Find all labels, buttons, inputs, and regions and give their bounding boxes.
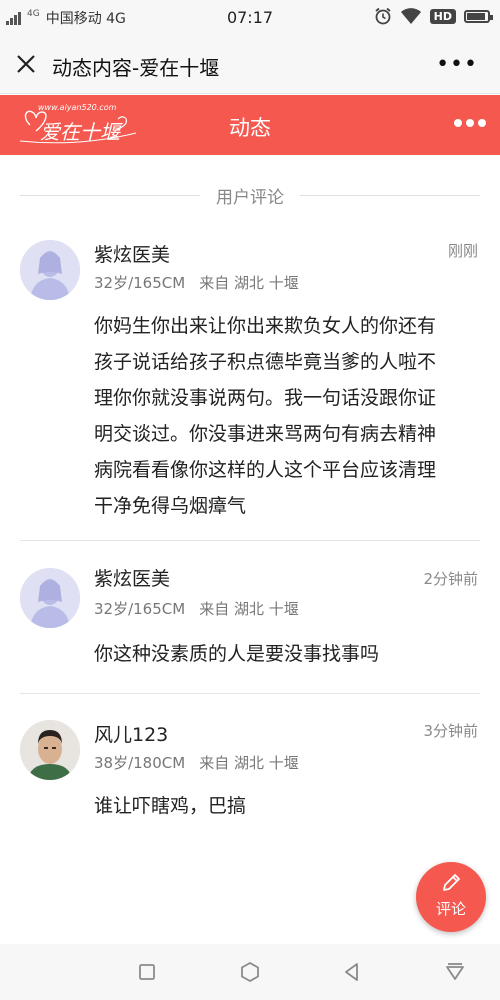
write-comment-button[interactable]: 评论 [416,862,486,932]
divider [20,540,480,541]
status-right: HD [374,7,493,25]
alarm-icon [375,7,391,25]
comment-text: 你这种没素质的人是要没事找事吗 [94,636,480,672]
comment-time: 2分钟前 [423,570,478,588]
more-menu-button[interactable]: ••• [436,52,478,77]
comment-author[interactable]: 风儿123 [94,720,168,747]
wifi-icon [400,8,421,24]
battery-icon [464,9,493,23]
header-more-button[interactable] [454,119,486,127]
comment-text-line: 病院看看像你这样的人这个平台应该清理 [94,459,437,481]
hd-badge: HD [429,8,456,24]
comment-text: 你妈生你出来让你出来欺负女人的你还有 孩子说话给孩子积点德毕竟当爹的人啦不 理你… [94,308,480,524]
comment-text-line: 孩子说话给孩子积点德毕竟当爹的人啦不 [94,351,437,373]
location: 来自 湖北 十堰 [199,754,299,772]
dot-icon [478,119,486,127]
recent-apps-icon[interactable] [135,960,159,984]
age-height: 38岁/180CM [94,754,186,772]
home-icon[interactable] [238,960,262,984]
comment-item: 紫炫医美 2分钟前 32岁/165CM 来自 湖北 十堰 你这种没素质的人是要没事… [0,568,500,678]
comment-author[interactable]: 紫炫医美 [94,564,170,591]
back-icon[interactable] [340,960,364,984]
comment-meta: 32岁/165CM 来自 湖北 十堰 [94,272,299,293]
user-photo-avatar [20,720,80,780]
status-bar: 4G 中国移动 4G 07:17 HD [0,0,500,36]
comment-time: 刚刚 [447,242,478,260]
comment-item: 风儿123 3分钟前 38岁/180CM 来自 湖北 十堰 谁让吓瞎鸡，巴搞 [0,720,500,830]
close-icon[interactable] [14,52,38,76]
dot-icon [454,119,462,127]
default-avatar-icon [20,568,80,628]
comment-text-line: 理你你就没事说两句。我一句话没跟你证 [94,387,437,409]
page-title: 动态内容-爱在十堰 [52,56,220,80]
logo-url: www.aiyan520.com [38,103,117,112]
age-height: 32岁/165CM [94,600,186,618]
default-avatar-icon [20,240,80,300]
comment-text-line: 谁让吓瞎鸡，巴搞 [94,795,247,817]
system-nav-bar [0,944,500,1000]
section-divider: 用户评论 [20,183,480,208]
location: 来自 湖北 十堰 [199,600,299,618]
comment-text-line: 你这种没素质的人是要没事找事吗 [94,643,380,665]
comment-meta: 38岁/180CM 来自 湖北 十堰 [94,752,299,773]
section-title: 用户评论 [200,183,300,208]
comment-text-line: 明交谈过。你没事进来骂两句有病去精神 [94,423,437,445]
age-height: 32岁/165CM [94,274,186,292]
avatar[interactable] [20,240,80,300]
site-header: www.aiyan520.com 爱在十堰 动态 [0,95,500,155]
avatar[interactable] [20,568,80,628]
divider [20,693,480,694]
comment-meta: 32岁/165CM 来自 湖北 十堰 [94,598,299,619]
pencil-icon [443,874,460,891]
location: 来自 湖北 十堰 [199,274,299,292]
comment-item: 紫炫医美 刚刚 32岁/165CM 来自 湖北 十堰 你妈生你出来让你出来欺负女人… [0,240,500,540]
notification-icon[interactable] [443,960,467,984]
comment-text: 谁让吓瞎鸡，巴搞 [94,788,480,824]
avatar[interactable] [20,720,80,780]
comment-text-line: 干净免得乌烟瘴气 [94,495,247,517]
header-title: 动态 [229,116,271,140]
comment-time: 3分钟前 [423,722,478,740]
write-comment-label: 评论 [435,900,466,918]
dot-icon [466,119,474,127]
comment-text-line: 你妈生你出来让你出来欺负女人的你还有 [94,315,437,337]
webview-title-bar: 动态内容-爱在十堰 ••• [0,36,500,94]
comment-author[interactable]: 紫炫医美 [94,240,170,267]
